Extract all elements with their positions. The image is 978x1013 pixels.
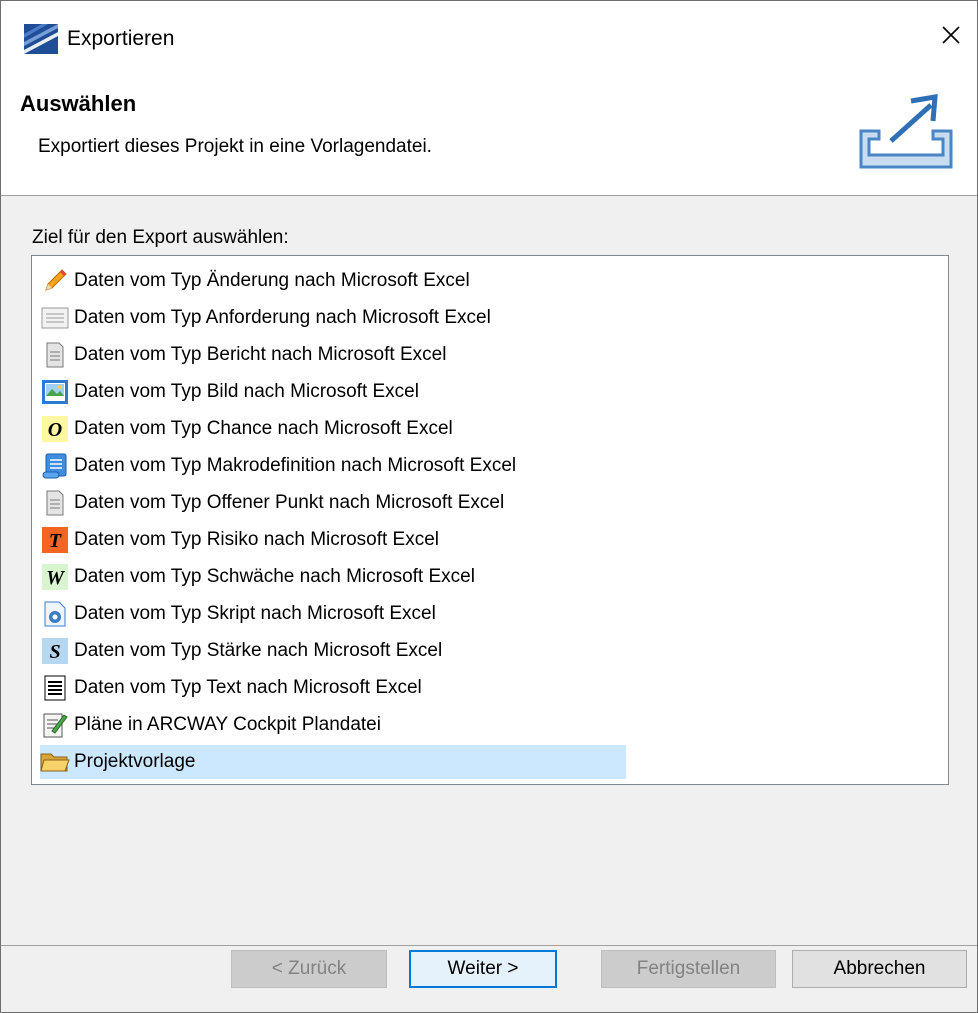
window-title: Exportieren xyxy=(67,27,175,50)
text-icon xyxy=(40,674,70,702)
button-separator xyxy=(1,945,977,946)
list-item-label: Daten vom Typ Risiko nach Microsoft Exce… xyxy=(74,529,440,550)
cancel-button[interactable]: Abbrechen xyxy=(792,950,967,988)
report-icon xyxy=(40,341,70,369)
list-item[interactable]: O Daten vom Typ Chance nach Microsoft Ex… xyxy=(40,412,453,446)
export-icon xyxy=(859,94,953,169)
list-item-label: Pläne in ARCWAY Cockpit Plandatei xyxy=(74,714,381,735)
next-button[interactable]: Weiter > xyxy=(409,950,557,988)
list-item-label: Daten vom Typ Anforderung nach Microsoft… xyxy=(74,307,491,328)
title-bar: Exportieren xyxy=(1,1,977,77)
requirement-icon xyxy=(40,304,70,332)
page-title: Auswählen xyxy=(20,91,137,116)
script-icon xyxy=(40,600,70,628)
back-button[interactable]: < Zurück xyxy=(231,950,387,988)
list-item[interactable]: S Daten vom Typ Stärke nach Microsoft Ex… xyxy=(40,634,442,668)
export-dialog: Exportieren Auswählen Exportiert dieses … xyxy=(0,0,978,1013)
list-item-label: Daten vom Typ Skript nach Microsoft Exce… xyxy=(74,603,436,624)
list-item-label: Daten vom Typ Bericht nach Microsoft Exc… xyxy=(74,344,447,365)
app-logo-icon xyxy=(24,24,58,54)
list-item[interactable]: Daten vom Typ Makrodefinition nach Micro… xyxy=(40,449,516,483)
finish-button[interactable]: Fertigstellen xyxy=(601,950,776,988)
list-item[interactable]: Daten vom Typ Anforderung nach Microsoft… xyxy=(40,301,491,335)
svg-text:T: T xyxy=(49,530,62,552)
close-button[interactable] xyxy=(925,7,977,63)
list-item-label: Daten vom Typ Stärke nach Microsoft Exce… xyxy=(74,640,443,661)
page-description: Exportiert dieses Projekt in eine Vorlag… xyxy=(38,136,432,157)
weakness-w-icon: W xyxy=(40,563,70,591)
list-item[interactable]: Pläne in ARCWAY Cockpit Plandatei xyxy=(40,708,381,742)
list-item[interactable]: Daten vom Typ Bericht nach Microsoft Exc… xyxy=(40,338,446,372)
list-item[interactable]: Daten vom Typ Offener Punkt nach Microso… xyxy=(40,486,504,520)
image-icon xyxy=(40,378,70,406)
export-target-label: Ziel für den Export auswählen: xyxy=(32,227,289,248)
list-item[interactable]: Projektvorlage xyxy=(40,745,626,779)
wizard-header: Auswählen Exportiert dieses Projekt in e… xyxy=(1,77,977,196)
export-target-list[interactable]: Daten vom Typ Änderung nach Microsoft Ex… xyxy=(31,255,949,785)
list-item-label: Daten vom Typ Text nach Microsoft Excel xyxy=(74,677,422,698)
list-item-label: Daten vom Typ Offener Punkt nach Microso… xyxy=(74,492,505,513)
open-point-icon xyxy=(40,489,70,517)
list-item-label: Daten vom Typ Schwäche nach Microsoft Ex… xyxy=(74,566,475,587)
list-item-label: Daten vom Typ Änderung nach Microsoft Ex… xyxy=(74,270,470,291)
list-item[interactable]: W Daten vom Typ Schwäche nach Microsoft … xyxy=(40,560,475,594)
list-item-label: Daten vom Typ Makrodefinition nach Micro… xyxy=(74,455,517,476)
plan-icon xyxy=(40,711,70,739)
close-icon xyxy=(942,26,960,44)
risk-t-icon: T xyxy=(40,526,70,554)
list-item[interactable]: Daten vom Typ Bild nach Microsoft Excel xyxy=(40,375,419,409)
folder-icon xyxy=(40,748,70,776)
strength-s-icon: S xyxy=(40,637,70,665)
pencil-icon xyxy=(40,267,70,295)
svg-text:S: S xyxy=(49,641,60,663)
list-item-label: Projektvorlage xyxy=(74,751,196,772)
svg-text:O: O xyxy=(48,419,62,441)
list-item-label: Daten vom Typ Bild nach Microsoft Excel xyxy=(74,381,419,402)
macro-scroll-icon xyxy=(40,452,70,480)
list-item[interactable]: Daten vom Typ Text nach Microsoft Excel xyxy=(40,671,422,705)
list-item-label: Daten vom Typ Chance nach Microsoft Exce… xyxy=(74,418,453,439)
list-item[interactable]: Daten vom Typ Änderung nach Microsoft Ex… xyxy=(40,264,470,298)
list-item[interactable]: T Daten vom Typ Risiko nach Microsoft Ex… xyxy=(40,523,439,557)
svg-text:W: W xyxy=(46,567,65,589)
chance-o-icon: O xyxy=(40,415,70,443)
list-item[interactable]: Daten vom Typ Skript nach Microsoft Exce… xyxy=(40,597,436,631)
